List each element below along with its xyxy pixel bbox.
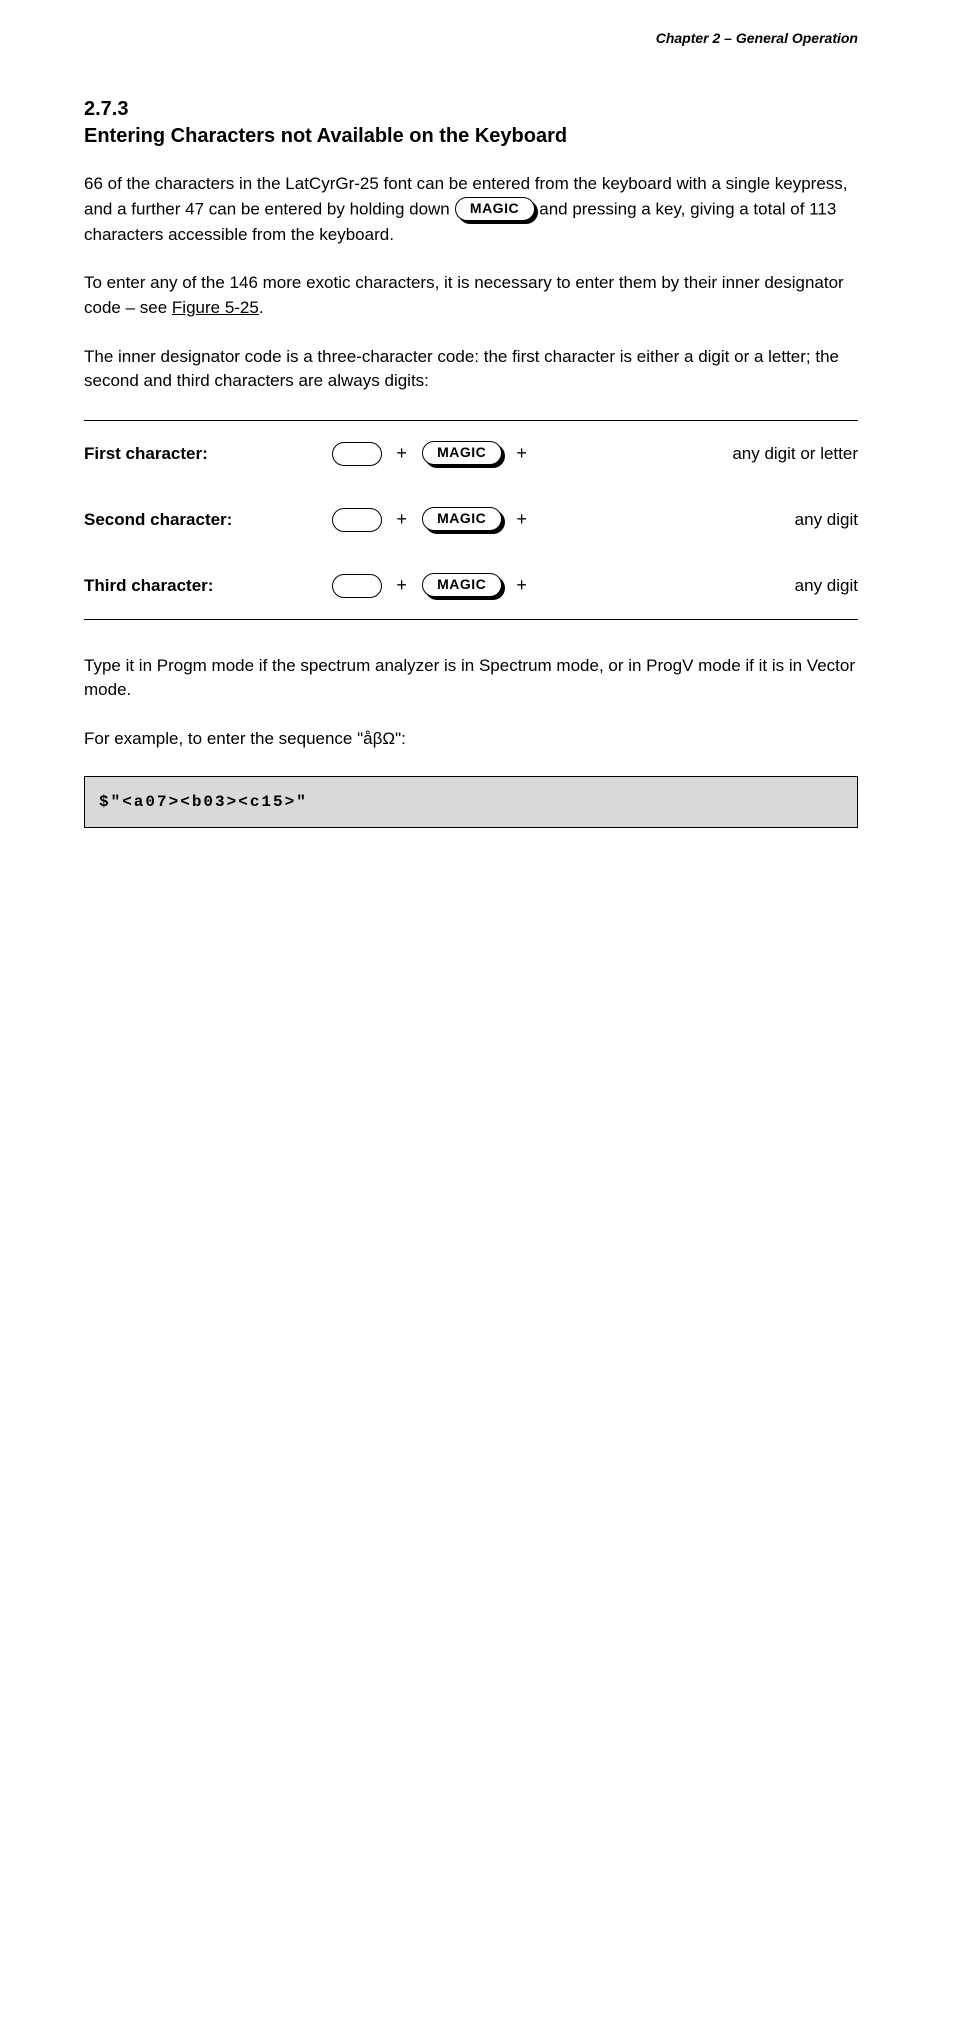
table-row: First character: + MAGIC + any digit or … <box>84 421 858 487</box>
magic-key-icon: MAGIC <box>422 441 502 467</box>
row-label: First character: <box>84 421 332 487</box>
row-keys: + MAGIC + <box>332 421 603 487</box>
row-value: any digit or letter <box>603 421 858 487</box>
plus-icon: + <box>396 509 407 530</box>
mode-note-paragraph: Type it in Progm mode if the spectrum an… <box>84 654 858 703</box>
blank-key-icon <box>332 442 382 466</box>
section-title: Entering Characters not Available on the… <box>84 125 858 148</box>
table-row: Second character: + MAGIC + any digit <box>84 487 858 553</box>
intro-paragraph: 66 of the characters in the LatCyrGr-25 … <box>84 172 858 247</box>
row-label: Third character: <box>84 553 332 619</box>
magic-key-icon: MAGIC <box>455 197 535 223</box>
plus-icon: + <box>516 443 527 464</box>
magic-key-icon: MAGIC <box>422 573 502 599</box>
row-keys: + MAGIC + <box>332 553 603 619</box>
exotic-tail: . <box>259 298 264 317</box>
blank-key-icon <box>332 574 382 598</box>
blank-key-icon <box>332 508 382 532</box>
designator-table: First character: + MAGIC + any digit or … <box>84 420 858 620</box>
example-lead-paragraph: For example, to enter the sequence "åβΩ"… <box>84 727 858 752</box>
magic-key-icon: MAGIC <box>422 507 502 533</box>
designator-intro-paragraph: The inner designator code is a three-cha… <box>84 345 858 394</box>
table-row: Third character: + MAGIC + any digit <box>84 553 858 619</box>
running-header-title: Chapter 2 – General Operation <box>656 30 858 46</box>
plus-icon: + <box>396 443 407 464</box>
figure-reference-link[interactable]: Figure 5-25 <box>172 298 259 317</box>
row-value: any digit <box>603 487 858 553</box>
plus-icon: + <box>516 575 527 596</box>
row-value: any digit <box>603 553 858 619</box>
plus-icon: + <box>516 509 527 530</box>
plus-icon: + <box>396 575 407 596</box>
example-code-box: $"<a07><b03><c15>" <box>84 776 858 828</box>
row-label: Second character: <box>84 487 332 553</box>
section-number: 2.7.3 <box>84 98 858 121</box>
exotic-paragraph: To enter any of the 146 more exotic char… <box>84 271 858 320</box>
row-keys: + MAGIC + <box>332 487 603 553</box>
